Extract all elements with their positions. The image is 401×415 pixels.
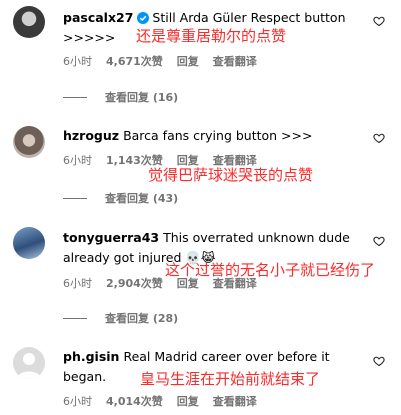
view-replies-button[interactable]: 查看回复 (28) <box>63 310 178 326</box>
translate-button[interactable]: 查看翻译 <box>213 53 257 69</box>
username[interactable]: tonyguerra43 <box>63 230 159 245</box>
heart-outline-icon[interactable] <box>373 355 385 367</box>
divider-line <box>63 317 87 319</box>
reply-button[interactable]: 回复 <box>177 393 199 409</box>
comment-meta: 6小时 4,671次赞 回复 查看翻译 <box>63 53 257 69</box>
view-replies-label: 查看回复 (28) <box>105 312 179 325</box>
comment-meta: 6小时 4,014次赞 回复 查看翻译 <box>63 393 257 409</box>
translation-overlay: 觉得巴萨球迷哭丧的点赞 <box>148 166 314 184</box>
view-replies-button[interactable]: 查看回复 (43) <box>63 190 178 206</box>
like-count[interactable]: 4,014次赞 <box>106 393 163 409</box>
avatar[interactable] <box>13 6 45 38</box>
person-silhouette-icon <box>17 353 41 379</box>
reply-button[interactable]: 回复 <box>177 275 199 291</box>
comment-text: Barca fans crying button >>> <box>123 128 313 143</box>
heart-outline-icon[interactable] <box>373 15 385 27</box>
view-replies-label: 查看回复 (16) <box>105 91 179 104</box>
like-count[interactable]: 4,671次赞 <box>106 53 163 69</box>
translation-overlay: 皇马生涯在开始前就结束了 <box>140 370 321 388</box>
timestamp: 6小时 <box>63 55 92 68</box>
view-replies-button[interactable]: 查看回复 (16) <box>63 89 178 105</box>
reply-button[interactable]: 回复 <box>177 152 199 168</box>
username[interactable]: pascalx27 <box>63 10 133 25</box>
like-count[interactable]: 2,904次赞 <box>106 275 163 291</box>
translation-overlay: 还是尊重居勒尔的点赞 <box>136 27 287 45</box>
avatar[interactable] <box>13 347 45 379</box>
username[interactable]: hzroguz <box>63 128 119 143</box>
timestamp: 6小时 <box>63 277 92 290</box>
divider-line <box>63 197 87 199</box>
translate-button[interactable]: 查看翻译 <box>213 393 257 409</box>
comment-meta: 6小时 2,904次赞 回复 查看翻译 <box>63 275 257 291</box>
translate-button[interactable]: 查看翻译 <box>213 152 257 168</box>
avatar[interactable] <box>13 126 45 158</box>
timestamp: 6小时 <box>63 395 92 408</box>
comment-body: hzroguz Barca fans crying button >>> <box>63 126 363 146</box>
reply-button[interactable]: 回复 <box>177 53 199 69</box>
comment-meta: 6小时 1,143次赞 回复 查看翻译 <box>63 152 257 168</box>
heart-outline-icon[interactable] <box>373 235 385 247</box>
avatar[interactable] <box>13 227 45 259</box>
verified-badge-icon <box>137 12 150 24</box>
translate-button[interactable]: 查看翻译 <box>213 275 257 291</box>
divider-line <box>63 96 87 98</box>
username[interactable]: ph.gisin <box>63 349 119 364</box>
like-count[interactable]: 1,143次赞 <box>106 152 163 168</box>
view-replies-label: 查看回复 (43) <box>105 192 179 205</box>
heart-outline-icon[interactable] <box>373 132 385 144</box>
timestamp: 6小时 <box>63 154 92 167</box>
